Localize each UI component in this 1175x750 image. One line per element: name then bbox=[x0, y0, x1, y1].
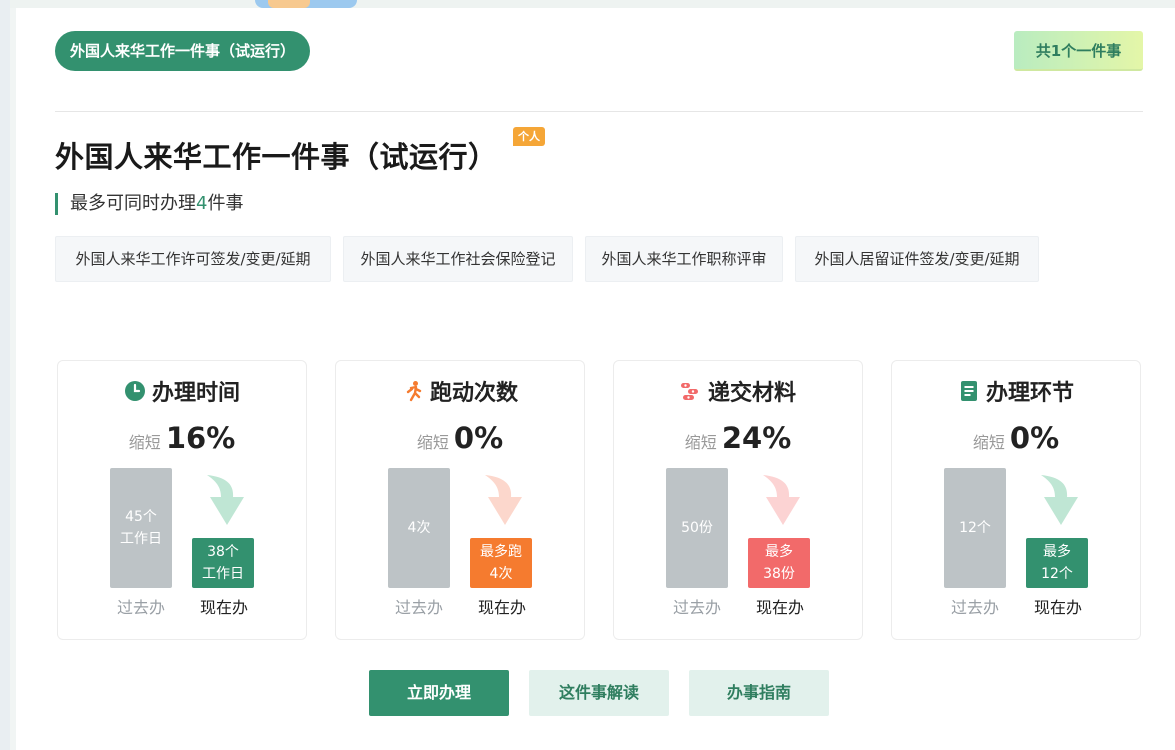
category-pill[interactable]: 外国人来华工作一件事（试运行） bbox=[55, 31, 311, 71]
now-value-line1: 最多 bbox=[764, 544, 793, 560]
stat-header: 办理环节 bbox=[892, 376, 1140, 406]
past-value-line1: 45个 bbox=[125, 509, 157, 525]
banner-illustration-detail bbox=[268, 0, 310, 8]
now-value-line2: 工作日 bbox=[202, 566, 244, 582]
stat-label: 办理时间 bbox=[151, 381, 240, 406]
running-person-icon bbox=[406, 381, 422, 402]
reduce-prefix: 缩短 bbox=[128, 433, 161, 452]
past-caption: 过去办 bbox=[116, 598, 165, 617]
stat-reduce: 缩短 0% bbox=[336, 421, 584, 455]
past-caption: 过去办 bbox=[394, 598, 443, 617]
stat-label: 办理环节 bbox=[985, 381, 1074, 406]
now-bar: 最多 12个 bbox=[1026, 538, 1088, 588]
count-badge: 共1个一件事 bbox=[1014, 31, 1143, 71]
reduce-value: 16% bbox=[165, 421, 236, 455]
subtitle: 最多可同时办理4件事 bbox=[55, 193, 243, 215]
past-bar: 4次 bbox=[388, 468, 450, 588]
stat-header: 跑动次数 bbox=[336, 376, 584, 406]
stat-card-trips: 跑动次数 缩短 0% 4次 最多跑 4次 过去办 现在办 bbox=[335, 360, 585, 640]
left-edge-strip bbox=[0, 0, 10, 750]
page-title: 外国人来华工作一件事（试运行） bbox=[55, 140, 498, 174]
now-bar: 最多 38份 bbox=[748, 538, 810, 588]
service-chip[interactable]: 外国人来华工作许可签发/变更/延期 bbox=[55, 236, 331, 282]
now-value-line2: 4次 bbox=[489, 566, 513, 582]
now-bar: 最多跑 4次 bbox=[470, 538, 532, 588]
reduce-value: 24% bbox=[721, 421, 792, 455]
past-caption: 过去办 bbox=[950, 598, 999, 617]
subtitle-suffix: 件事 bbox=[207, 193, 244, 214]
now-value-line1: 最多跑 bbox=[480, 544, 522, 560]
past-bar: 50份 bbox=[666, 468, 728, 588]
stat-card-steps: 办理环节 缩短 0% 12个 最多 12个 过去办 现在办 bbox=[891, 360, 1141, 640]
stat-reduce: 缩短 16% bbox=[58, 421, 306, 455]
past-value-line1: 12个 bbox=[959, 520, 991, 536]
past-value-line2: 工作日 bbox=[120, 531, 162, 547]
past-bar: 12个 bbox=[944, 468, 1006, 588]
now-caption: 现在办 bbox=[755, 598, 804, 617]
curved-arrow-down-icon bbox=[485, 475, 522, 525]
service-chip[interactable]: 外国人来华工作职称评审 bbox=[585, 236, 783, 282]
reduce-value: 0% bbox=[453, 421, 504, 455]
reduce-prefix: 缩短 bbox=[416, 433, 449, 452]
subtitle-number: 4 bbox=[196, 193, 208, 214]
stat-label: 递交材料 bbox=[707, 381, 796, 406]
reduce-value: 0% bbox=[1009, 421, 1060, 455]
stat-reduce: 缩短 0% bbox=[892, 421, 1140, 455]
past-caption: 过去办 bbox=[672, 598, 721, 617]
service-chip[interactable]: 外国人来华工作社会保险登记 bbox=[343, 236, 573, 282]
stat-reduce: 缩短 24% bbox=[614, 421, 862, 455]
divider bbox=[55, 111, 1143, 112]
reduce-prefix: 缩短 bbox=[972, 433, 1005, 452]
guide-button[interactable]: 办事指南 bbox=[689, 670, 829, 716]
now-caption: 现在办 bbox=[1033, 598, 1082, 617]
top-banner-edge bbox=[10, 0, 1175, 8]
stat-header: 办理时间 bbox=[58, 376, 306, 406]
now-caption: 现在办 bbox=[199, 598, 248, 617]
documents-icon bbox=[680, 383, 698, 400]
apply-now-button[interactable]: 立即办理 bbox=[369, 670, 509, 716]
now-value-line1: 最多 bbox=[1042, 544, 1071, 560]
past-value-line1: 4次 bbox=[407, 520, 431, 536]
clock-icon bbox=[124, 381, 145, 401]
curved-arrow-down-icon bbox=[763, 475, 800, 525]
stat-card-time: 办理时间 缩短 16% 45个 工作日 38个 工作日 过去办 现在办 bbox=[57, 360, 307, 640]
stat-header: 递交材料 bbox=[614, 376, 862, 406]
reduce-prefix: 缩短 bbox=[684, 433, 717, 452]
stat-label: 跑动次数 bbox=[429, 381, 518, 406]
now-caption: 现在办 bbox=[477, 598, 526, 617]
curved-arrow-down-icon bbox=[1041, 475, 1078, 525]
service-chip[interactable]: 外国人居留证件签发/变更/延期 bbox=[795, 236, 1039, 282]
now-bar: 38个工作日 bbox=[192, 538, 254, 588]
now-value-line1: 38个 bbox=[207, 544, 239, 560]
past-value-line1: 50份 bbox=[681, 520, 713, 536]
subtitle-prefix: 最多可同时办理 bbox=[70, 193, 196, 214]
now-value-line2: 38份 bbox=[763, 566, 795, 582]
list-doc-icon bbox=[960, 381, 977, 401]
now-value-line2: 12个 bbox=[1041, 566, 1073, 582]
interpretation-button[interactable]: 这件事解读 bbox=[529, 670, 669, 716]
curved-arrow-down-icon bbox=[207, 475, 244, 525]
past-bar: 45个工作日 bbox=[110, 468, 172, 588]
personal-tag: 个人 bbox=[513, 127, 545, 146]
stat-card-materials: 递交材料 缩短 24% 50份 最多 38份 过去办 现在办 bbox=[613, 360, 863, 640]
